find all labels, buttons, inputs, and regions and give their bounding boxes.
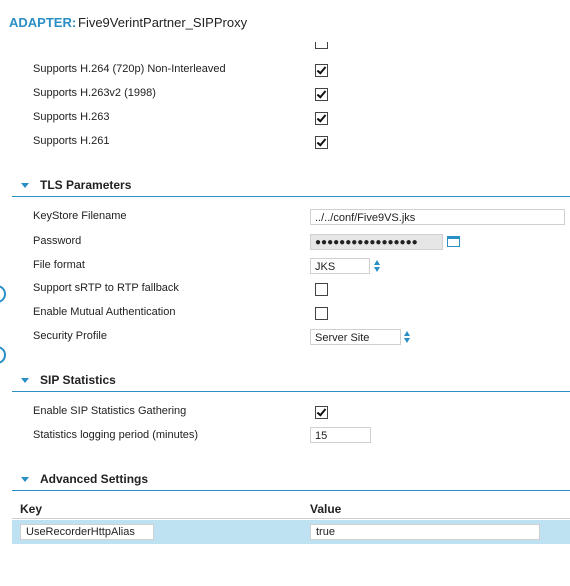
security-profile-spinner-icon[interactable] [404, 331, 411, 343]
security-profile-select[interactable]: Server Site [310, 329, 401, 345]
table-row[interactable]: UseRecorderHttpAlias true [12, 520, 570, 544]
security-profile-label: Security Profile [33, 330, 107, 342]
partial-checkbox[interactable] [315, 42, 328, 49]
stats-period-input[interactable]: 15 [310, 427, 371, 443]
section-advanced-settings[interactable]: Advanced Settings [12, 470, 570, 491]
srtp-fallback-label: Support sRTP to RTP fallback [33, 282, 179, 294]
section-title: TLS Parameters [40, 178, 132, 192]
mutual-auth-checkbox[interactable] [315, 307, 328, 320]
value-column-header[interactable]: Value [310, 502, 341, 516]
video-support-label: Supports H.264 (720p) Non-Interleaved [33, 63, 226, 75]
side-collapse-handle-icon[interactable] [0, 285, 6, 303]
video-support-checkbox[interactable] [315, 88, 328, 101]
video-support-checkbox[interactable] [315, 112, 328, 125]
stats-period-label: Statistics logging period (minutes) [33, 429, 199, 441]
video-support-label: Supports H.263v2 (1998) [33, 87, 156, 99]
collapse-triangle-icon[interactable] [21, 183, 29, 188]
key-cell-input[interactable]: UseRecorderHttpAlias [20, 524, 154, 540]
adapter-name: Five9VerintPartner_SIPProxy [78, 15, 248, 30]
srtp-fallback-checkbox[interactable] [315, 283, 328, 296]
adapter-prefix: ADAPTER: [9, 15, 77, 30]
mutual-auth-label: Enable Mutual Authentication [33, 306, 176, 318]
keystore-label: KeyStore Filename [33, 210, 127, 222]
kv-table-header: Key Value [12, 498, 570, 519]
video-support-checkbox[interactable] [315, 64, 328, 77]
file-format-select[interactable]: JKS [310, 258, 370, 274]
sip-stats-enable-checkbox[interactable] [315, 406, 328, 419]
sip-stats-enable-label: Enable SIP Statistics Gathering [33, 405, 187, 417]
key-column-header[interactable]: Key [20, 502, 42, 516]
value-cell-input[interactable]: true [310, 524, 540, 540]
collapse-triangle-icon[interactable] [21, 378, 29, 383]
side-expand-handle-icon[interactable] [0, 346, 6, 364]
file-format-label: File format [33, 259, 85, 271]
video-support-checkbox[interactable] [315, 136, 328, 149]
calendar-icon[interactable] [447, 236, 460, 247]
section-sip-statistics[interactable]: SIP Statistics [12, 371, 570, 392]
section-title: Advanced Settings [40, 472, 149, 486]
password-input[interactable]: ●●●●●●●●●●●●●●●●● [310, 234, 443, 250]
password-label: Password [33, 235, 82, 247]
settings-panel[interactable]: Supports H.264 (720p) Non-Interleaved Su… [12, 42, 570, 586]
section-title: SIP Statistics [40, 373, 116, 387]
section-tls-parameters[interactable]: TLS Parameters [12, 176, 570, 197]
video-support-label: Supports H.261 [33, 135, 110, 147]
keystore-filename-input[interactable]: ../../conf/Five9VS.jks [310, 209, 565, 225]
file-format-spinner-icon[interactable] [374, 260, 381, 272]
video-support-label: Supports H.263 [33, 111, 110, 123]
collapse-triangle-icon[interactable] [21, 477, 29, 482]
